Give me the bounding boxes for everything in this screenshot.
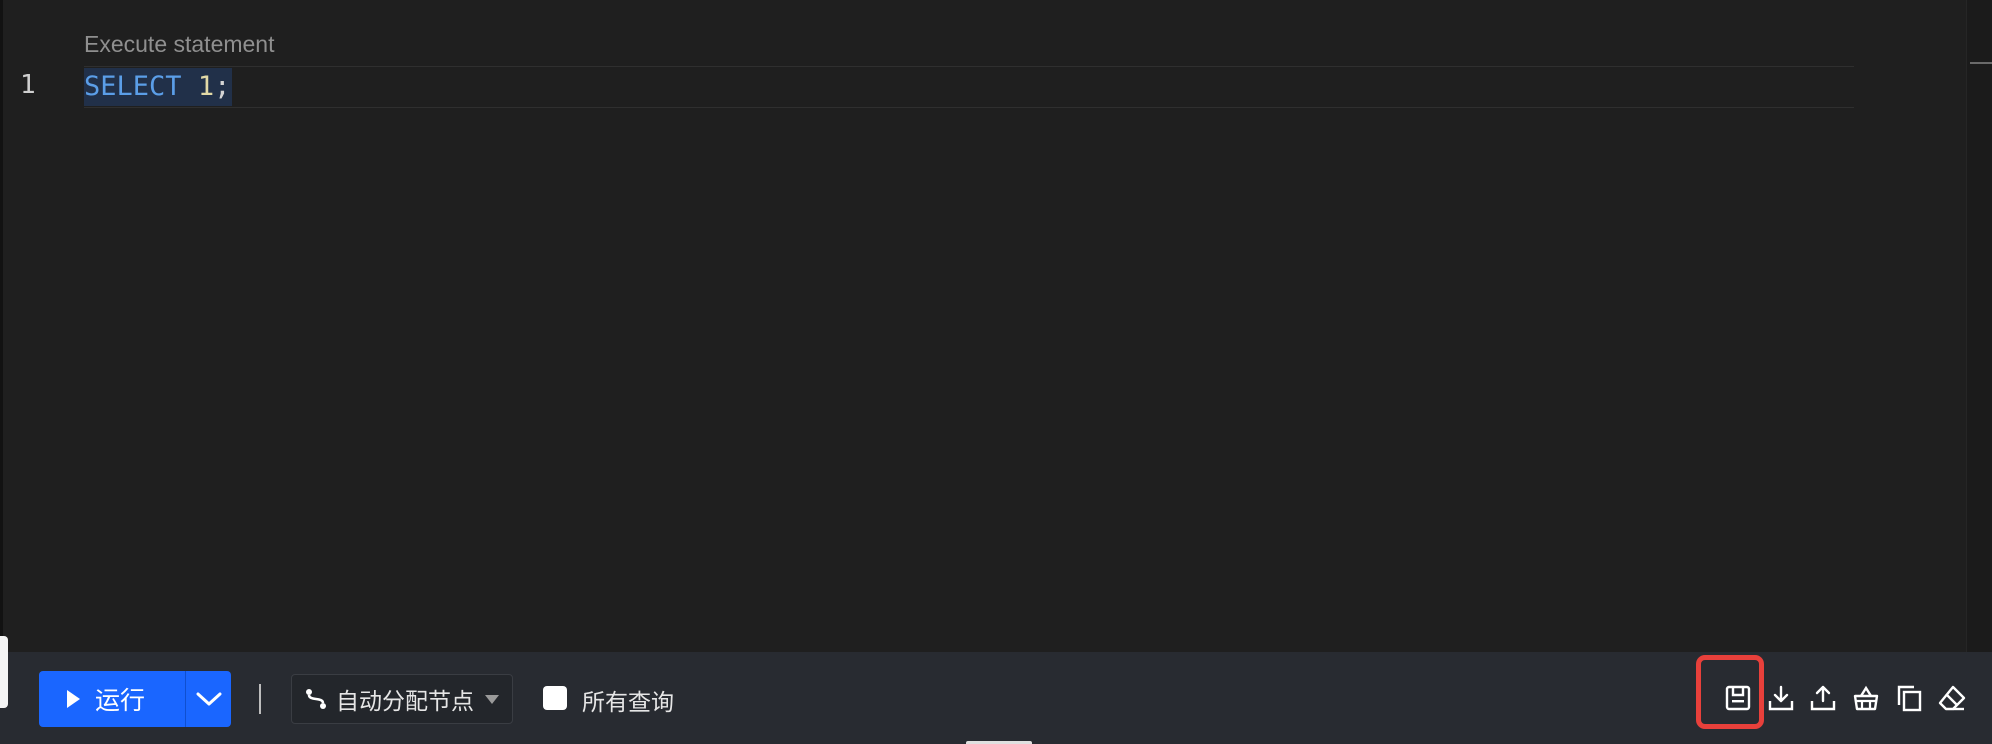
save-button[interactable] — [1721, 681, 1755, 715]
copy-icon — [1897, 685, 1922, 712]
run-button[interactable]: 运行 — [39, 671, 185, 727]
line-number: 1 — [20, 70, 36, 100]
format-button[interactable] — [1849, 681, 1883, 715]
scrollbar-marker — [1970, 62, 1992, 64]
download-button[interactable] — [1764, 681, 1798, 715]
sql-number: 1 — [197, 71, 215, 102]
chevron-down-icon — [196, 692, 221, 706]
editor-hint: Execute statement — [84, 31, 275, 57]
run-options-dropdown[interactable] — [186, 671, 231, 727]
clear-button[interactable] — [1935, 681, 1969, 715]
route-icon — [304, 687, 328, 711]
sql-keyword: SELECT — [84, 71, 182, 102]
run-button-label: 运行 — [95, 686, 146, 715]
sql-terminator: ; — [214, 71, 231, 102]
code-line[interactable]: SELECT 1; — [84, 68, 233, 106]
play-icon — [67, 690, 80, 708]
upload-button[interactable] — [1806, 681, 1840, 715]
editor-scrollbar[interactable] — [1966, 0, 1992, 652]
node-select-value: 自动分配节点 — [336, 689, 474, 715]
run-button-group: 运行 — [39, 671, 231, 727]
copy-button[interactable] — [1892, 681, 1926, 715]
node-select[interactable]: 自动分配节点 — [291, 674, 513, 724]
panel-resize-handle[interactable] — [0, 636, 8, 708]
download-icon — [1768, 685, 1794, 711]
current-line-highlight — [84, 66, 1854, 108]
all-queries-checkbox[interactable] — [543, 686, 567, 710]
upload-icon — [1810, 685, 1836, 711]
caret-down-icon — [484, 693, 500, 705]
basket-icon — [1853, 685, 1879, 711]
all-queries-label: 所有查询 — [582, 690, 674, 716]
toolbar-divider — [259, 684, 261, 714]
eraser-icon — [1938, 685, 1966, 711]
save-icon — [1725, 685, 1751, 711]
